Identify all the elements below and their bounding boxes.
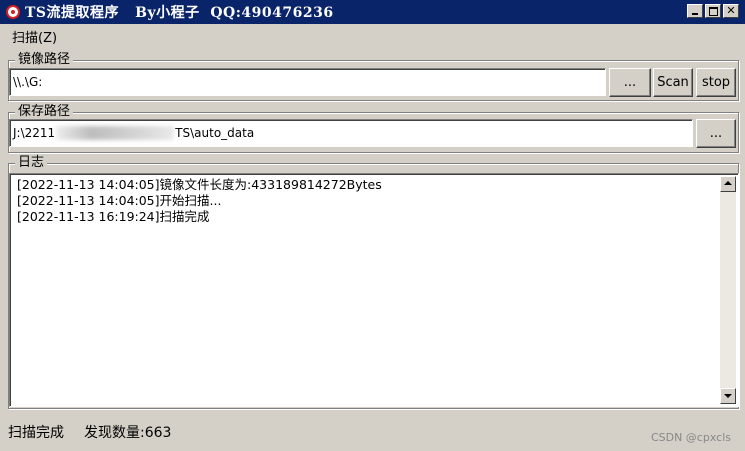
save-path-input[interactable]: J:\2211 TS\auto_data — [9, 119, 693, 147]
close-button[interactable]: ✕ — [723, 4, 739, 18]
status-state: 扫描完成 — [8, 424, 64, 441]
log-scrollbar[interactable] — [720, 176, 736, 404]
watermark: CSDN @cpxcls — [650, 431, 731, 444]
stop-button[interactable]: stop — [696, 68, 736, 97]
menu-scan[interactable]: 扫描(Z) — [0, 27, 63, 46]
save-path-prefix: J:\2211 — [13, 126, 56, 140]
scroll-up-icon[interactable] — [720, 176, 736, 192]
log-label: 日志 — [15, 155, 48, 171]
status-found-count: 发现数量:663 — [84, 424, 172, 441]
menu-bar: 扫描(Z) — [0, 26, 745, 46]
redacted-blur — [56, 126, 175, 140]
scroll-down-icon[interactable] — [720, 388, 736, 404]
title-bar[interactable]: TS流提取程序 By小程子 QQ:490476236 ✕ — [0, 0, 745, 24]
log-line: [2022-11-13 16:19:24]扫描完成 — [17, 209, 210, 224]
save-path-label: 保存路径 — [15, 104, 74, 120]
window-controls: ✕ — [687, 4, 739, 18]
image-path-input[interactable]: \\.\G: — [9, 68, 606, 96]
log-lines: [2022-11-13 14:04:05]镜像文件长度为:43318981427… — [17, 177, 382, 225]
save-path-suffix: TS\auto_data — [175, 126, 255, 140]
log-line: [2022-11-13 14:04:05]开始扫描... — [17, 193, 222, 208]
minimize-button[interactable] — [687, 4, 703, 18]
image-path-label: 镜像路径 — [15, 52, 74, 68]
scan-button[interactable]: Scan — [653, 68, 693, 97]
maximize-button[interactable] — [705, 4, 721, 18]
log-textarea[interactable]: [2022-11-13 14:04:05]镜像文件长度为:43318981427… — [9, 173, 739, 407]
image-browse-button[interactable]: ... — [609, 68, 651, 97]
status-bar: 扫描完成 发现数量:663 — [0, 412, 745, 451]
log-line: [2022-11-13 14:04:05]镜像文件长度为:43318981427… — [17, 177, 382, 192]
window-title: TS流提取程序 By小程子 QQ:490476236 — [25, 5, 334, 21]
save-browse-button[interactable]: ... — [696, 119, 736, 148]
app-icon[interactable] — [6, 5, 20, 19]
